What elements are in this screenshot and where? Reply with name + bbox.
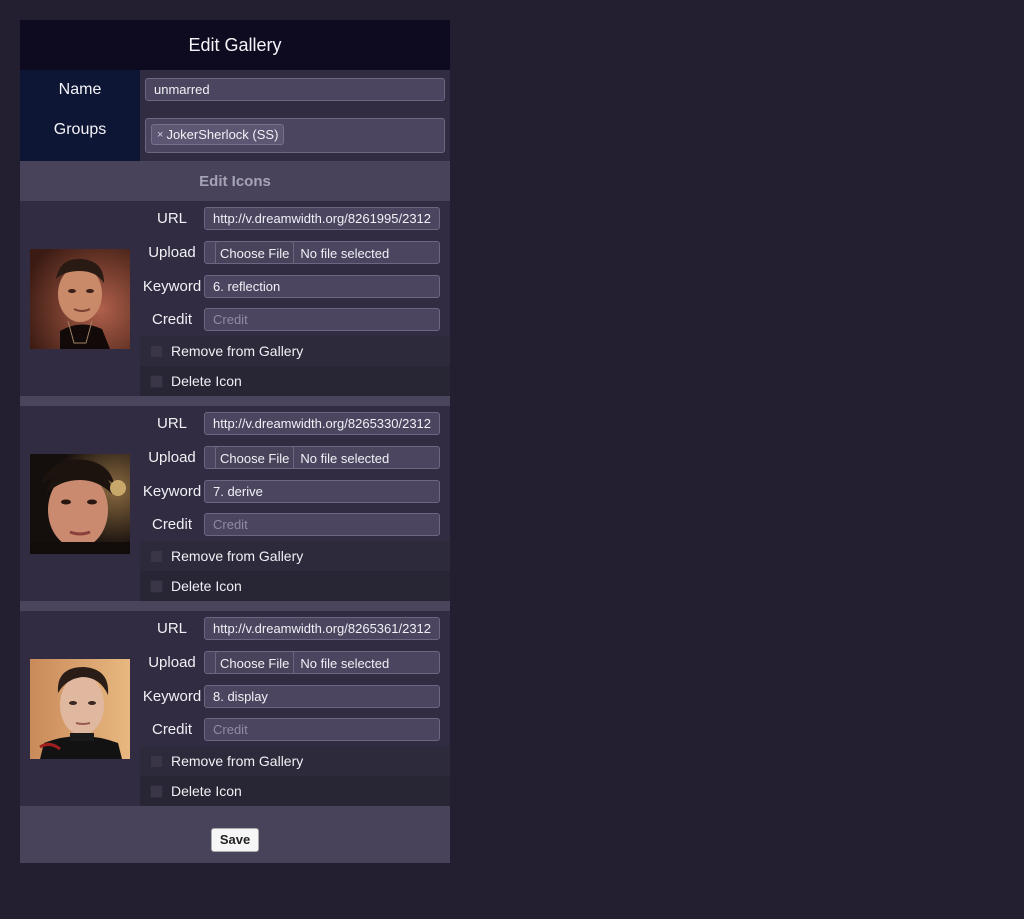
- url-row: URL http://v.dreamwidth.org/8261995/2312: [140, 201, 450, 235]
- keyword-label: Keyword: [142, 482, 202, 500]
- icon-separator: [20, 601, 450, 611]
- url-label: URL: [156, 209, 187, 227]
- url-input[interactable]: http://v.dreamwidth.org/8265330/2312: [204, 411, 440, 435]
- credit-row: Credit Credit: [140, 303, 450, 336]
- groups-row: Groups × JokerSherlock (SS): [20, 110, 450, 161]
- url-input[interactable]: http://v.dreamwidth.org/8261995/2312: [204, 206, 440, 230]
- remove-from-gallery-checkbox[interactable]: [150, 344, 163, 358]
- icon-thumbnail: [30, 658, 130, 759]
- url-label: URL: [156, 414, 187, 432]
- name-row: Name unmarred: [20, 70, 450, 110]
- remove-from-gallery-row: Remove from Gallery: [140, 541, 450, 571]
- keyword-row: Keyword 7. derive: [140, 474, 450, 508]
- delete-icon-checkbox[interactable]: [150, 374, 163, 388]
- url-row: URL http://v.dreamwidth.org/8265361/2312: [140, 611, 450, 645]
- delete-icon-label[interactable]: Delete Icon: [171, 578, 242, 594]
- remove-from-gallery-label[interactable]: Remove from Gallery: [171, 343, 303, 359]
- remove-from-gallery-label[interactable]: Remove from Gallery: [171, 548, 303, 564]
- choose-file-button[interactable]: Choose File: [215, 446, 295, 468]
- edit-icons-header: Edit Icons: [20, 161, 450, 201]
- file-input[interactable]: Choose File No file selected: [204, 240, 440, 264]
- credit-row: Credit Credit: [140, 508, 450, 541]
- credit-label: Credit: [151, 516, 192, 533]
- icon-editor: URL http://v.dreamwidth.org/8265330/2312…: [20, 406, 450, 601]
- file-status: No file selected: [300, 450, 390, 466]
- upload-label: Upload: [148, 448, 196, 466]
- icon-separator: [20, 396, 450, 406]
- page-title: Edit Gallery: [20, 20, 450, 70]
- edit-gallery-panel: Edit Gallery Name unmarred Groups × Joke…: [20, 20, 450, 863]
- group-tag-label: JokerSherlock (SS): [166, 127, 279, 142]
- remove-from-gallery-checkbox[interactable]: [150, 754, 163, 768]
- url-input[interactable]: http://v.dreamwidth.org/8265361/2312: [204, 616, 440, 640]
- delete-icon-row: Delete Icon: [140, 776, 450, 806]
- icon-thumbnail: [30, 453, 130, 554]
- choose-file-button[interactable]: Choose File: [215, 651, 295, 673]
- delete-icon-checkbox[interactable]: [150, 784, 163, 798]
- remove-from-gallery-label[interactable]: Remove from Gallery: [171, 753, 303, 769]
- keyword-input[interactable]: 8. display: [204, 684, 440, 708]
- delete-icon-checkbox[interactable]: [150, 579, 163, 593]
- credit-label: Credit: [151, 311, 192, 328]
- url-label: URL: [156, 619, 187, 637]
- credit-row: Credit Credit: [140, 713, 450, 746]
- remove-from-gallery-checkbox[interactable]: [150, 549, 163, 563]
- file-status: No file selected: [300, 245, 390, 261]
- save-button[interactable]: Save: [210, 827, 260, 852]
- upload-row: Upload Choose File No file selected: [140, 645, 450, 679]
- upload-row: Upload Choose File No file selected: [140, 235, 450, 269]
- upload-row: Upload Choose File No file selected: [140, 440, 450, 474]
- groups-select[interactable]: × JokerSherlock (SS): [145, 118, 445, 153]
- url-row: URL http://v.dreamwidth.org/8265330/2312: [140, 406, 450, 440]
- name-label: Name: [20, 70, 140, 110]
- file-input[interactable]: Choose File No file selected: [204, 650, 440, 674]
- delete-icon-row: Delete Icon: [140, 571, 450, 601]
- keyword-input[interactable]: 7. derive: [204, 479, 440, 503]
- delete-icon-row: Delete Icon: [140, 366, 450, 396]
- credit-input[interactable]: Credit: [204, 513, 440, 536]
- icon-editor: URL http://v.dreamwidth.org/8265361/2312…: [20, 611, 450, 806]
- keyword-row: Keyword 8. display: [140, 679, 450, 713]
- keyword-row: Keyword 6. reflection: [140, 269, 450, 303]
- icon-editor: URL http://v.dreamwidth.org/8261995/2312…: [20, 201, 450, 396]
- upload-label: Upload: [148, 243, 196, 261]
- delete-icon-label[interactable]: Delete Icon: [171, 373, 242, 389]
- credit-input[interactable]: Credit: [204, 718, 440, 741]
- choose-file-button[interactable]: Choose File: [215, 241, 295, 263]
- remove-from-gallery-row: Remove from Gallery: [140, 336, 450, 366]
- keyword-label: Keyword: [142, 687, 202, 705]
- remove-tag-icon[interactable]: ×: [157, 129, 163, 141]
- name-input[interactable]: unmarred: [145, 78, 445, 101]
- groups-label: Groups: [20, 110, 140, 161]
- delete-icon-label[interactable]: Delete Icon: [171, 783, 242, 799]
- file-input[interactable]: Choose File No file selected: [204, 445, 440, 469]
- icon-thumbnail: [30, 248, 130, 349]
- form-footer: Save: [20, 806, 450, 863]
- credit-input[interactable]: Credit: [204, 308, 440, 331]
- group-tag: × JokerSherlock (SS): [151, 124, 285, 145]
- remove-from-gallery-row: Remove from Gallery: [140, 746, 450, 776]
- credit-label: Credit: [151, 721, 192, 738]
- keyword-label: Keyword: [142, 277, 202, 295]
- upload-label: Upload: [148, 653, 196, 671]
- file-status: No file selected: [300, 655, 390, 671]
- keyword-input[interactable]: 6. reflection: [204, 274, 440, 298]
